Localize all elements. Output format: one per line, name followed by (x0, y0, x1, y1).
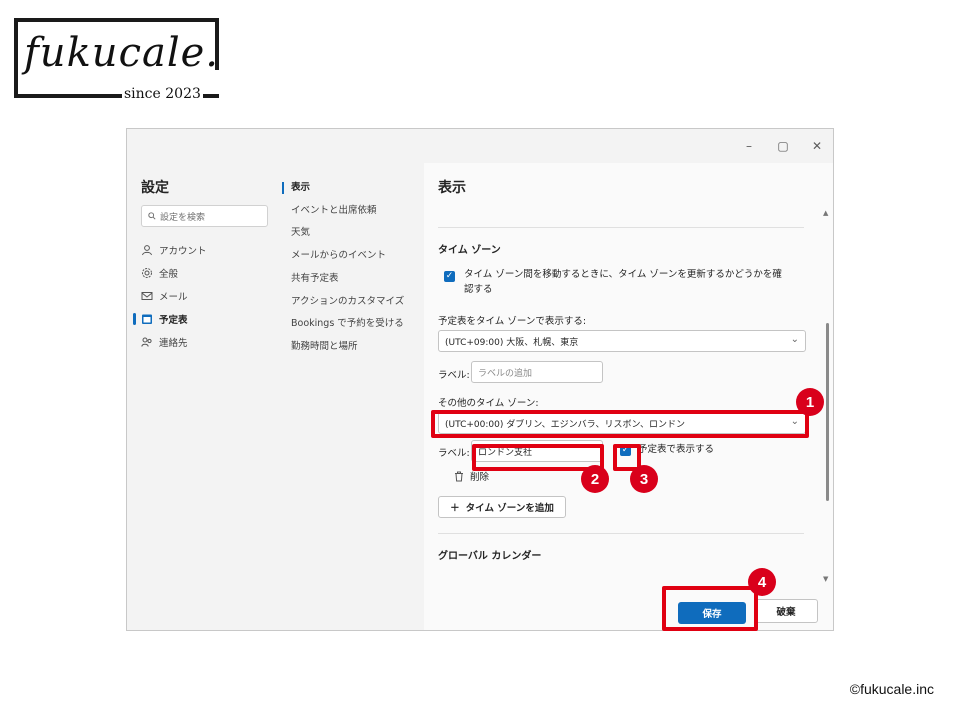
highlight-label-input (472, 444, 604, 471)
label1-placeholder: ラベルの追加 (478, 368, 533, 379)
sidebar-item-contacts[interactable]: 連絡先 (141, 333, 188, 351)
divider (438, 533, 804, 534)
sidebar-item-label: メール (159, 292, 188, 303)
annotation-badge-4: 4 (748, 568, 776, 596)
person-icon (142, 245, 152, 256)
subnav-active-indicator (282, 182, 284, 194)
title-bar: – ▢ ✕ (127, 129, 833, 163)
trash-icon (455, 471, 463, 481)
subnav-item-email-events[interactable]: メールからのイベント (291, 248, 386, 264)
maximize-button[interactable]: ▢ (773, 137, 793, 155)
sidebar-item-label: 全般 (159, 269, 179, 280)
active-indicator (133, 313, 136, 325)
chevron-down-icon: ⌄ (790, 334, 799, 345)
highlight-other-timezone (431, 410, 809, 438)
discard-button[interactable]: 破棄 (754, 599, 818, 623)
update-timezone-text-2: 認する (464, 284, 493, 295)
label1-input[interactable]: ラベルの追加 (471, 361, 603, 383)
copyright-text: ©fukucale.inc (849, 681, 934, 697)
timezone-section-title: タイム ゾーン (438, 245, 501, 256)
minimize-button[interactable]: – (739, 137, 759, 155)
search-icon (148, 212, 156, 220)
subnav-item-shared[interactable]: 共有予定表 (291, 271, 339, 287)
close-button[interactable]: ✕ (807, 137, 827, 155)
delete-timezone-button[interactable]: 削除 (454, 469, 489, 483)
highlight-save-button (662, 586, 758, 631)
sidebar-item-calendar[interactable]: 予定表 (141, 310, 188, 328)
screenshot-root: fukucale. since 2023 – ▢ ✕ 設定 設定を検索 アカウン… (0, 0, 960, 720)
logo-since: since 2023 (122, 86, 203, 102)
sidebar-item-mail[interactable]: メール (141, 287, 188, 305)
scroll-up-icon[interactable]: ▲ (823, 209, 828, 217)
subnav-item-view[interactable]: 表示 (291, 180, 310, 196)
delete-label: 削除 (470, 472, 490, 483)
plus-icon: ＋ (450, 503, 460, 514)
add-timezone-label: タイム ゾーンを追加 (465, 503, 554, 514)
show-in-calendar-text: 予定表で表示する (638, 444, 715, 455)
sidebar-item-account[interactable]: アカウント (141, 241, 207, 259)
subnav-item-actions[interactable]: アクションのカスタマイズ (291, 294, 404, 310)
sidebar-item-label: アカウント (159, 246, 207, 257)
settings-window: – ▢ ✕ 設定 設定を検索 アカウント 全般 メール 予定表 連絡先 表示 イ… (126, 128, 834, 631)
subnav-item-weather[interactable]: 天気 (291, 225, 310, 241)
label1-label: ラベル: (438, 370, 470, 381)
scrollbar-thumb[interactable] (826, 323, 829, 501)
sidebar-item-general[interactable]: 全般 (141, 264, 178, 282)
scroll-down-icon[interactable]: ▼ (823, 575, 828, 583)
calendar-icon (142, 314, 152, 324)
sidebar-item-label: 予定表 (159, 315, 188, 326)
display-timezone-value: (UTC+09:00) 大阪、札幌、東京 (445, 337, 579, 348)
sidebar-item-label: 連絡先 (159, 338, 188, 349)
sidebar-title: 設定 (141, 180, 169, 196)
settings-sidebar: 設定 設定を検索 アカウント 全般 メール 予定表 連絡先 (127, 163, 277, 630)
annotation-badge-1: 1 (796, 388, 824, 416)
gear-icon (142, 268, 152, 278)
subnav-item-events[interactable]: イベントと出席依頼 (291, 203, 377, 219)
global-calendar-title: グローバル カレンダー (438, 551, 542, 562)
annotation-badge-3: 3 (630, 465, 658, 493)
main-title: 表示 (438, 180, 466, 196)
update-timezone-text-1: タイム ゾーン間を移動するときに、タイム ゾーンを更新するかどうかを確 (464, 269, 782, 280)
add-timezone-button[interactable]: ＋ タイム ゾーンを追加 (438, 496, 566, 518)
divider (438, 227, 804, 228)
label2-label: ラベル: (438, 448, 470, 459)
settings-main-panel: 表示 ▲ タイム ゾーン ✓ タイム ゾーン間を移動するときに、タイム ゾーンを… (424, 163, 833, 630)
annotation-badge-2: 2 (581, 465, 609, 493)
mail-icon (141, 292, 153, 300)
calendar-subnav: 表示 イベントと出席依頼 天気 メールからのイベント 共有予定表 アクションのカ… (277, 163, 423, 630)
display-timezone-label: 予定表をタイム ゾーンで表示する: (438, 316, 587, 327)
people-icon (141, 337, 152, 347)
update-timezone-checkbox[interactable]: ✓ (444, 271, 455, 282)
subnav-item-bookings[interactable]: Bookings で予約を受ける (291, 316, 404, 332)
settings-search-input[interactable]: 設定を検索 (141, 205, 268, 227)
search-placeholder: 設定を検索 (160, 212, 206, 223)
display-timezone-select[interactable]: (UTC+09:00) 大阪、札幌、東京 ⌄ (438, 330, 806, 352)
logo-wordmark: fukucale. (24, 30, 219, 76)
other-timezone-label: その他のタイム ゾーン: (438, 398, 539, 409)
subnav-item-work-hours[interactable]: 勤務時間と場所 (291, 339, 358, 355)
